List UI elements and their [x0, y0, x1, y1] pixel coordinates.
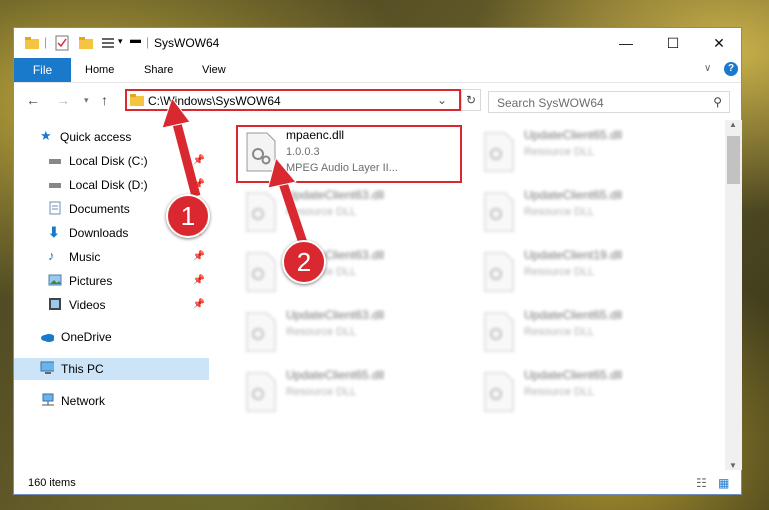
callout-badge-1: 1 — [166, 194, 210, 238]
callout-badge-2: 2 — [282, 240, 326, 284]
callout-arrows — [161, 96, 311, 254]
